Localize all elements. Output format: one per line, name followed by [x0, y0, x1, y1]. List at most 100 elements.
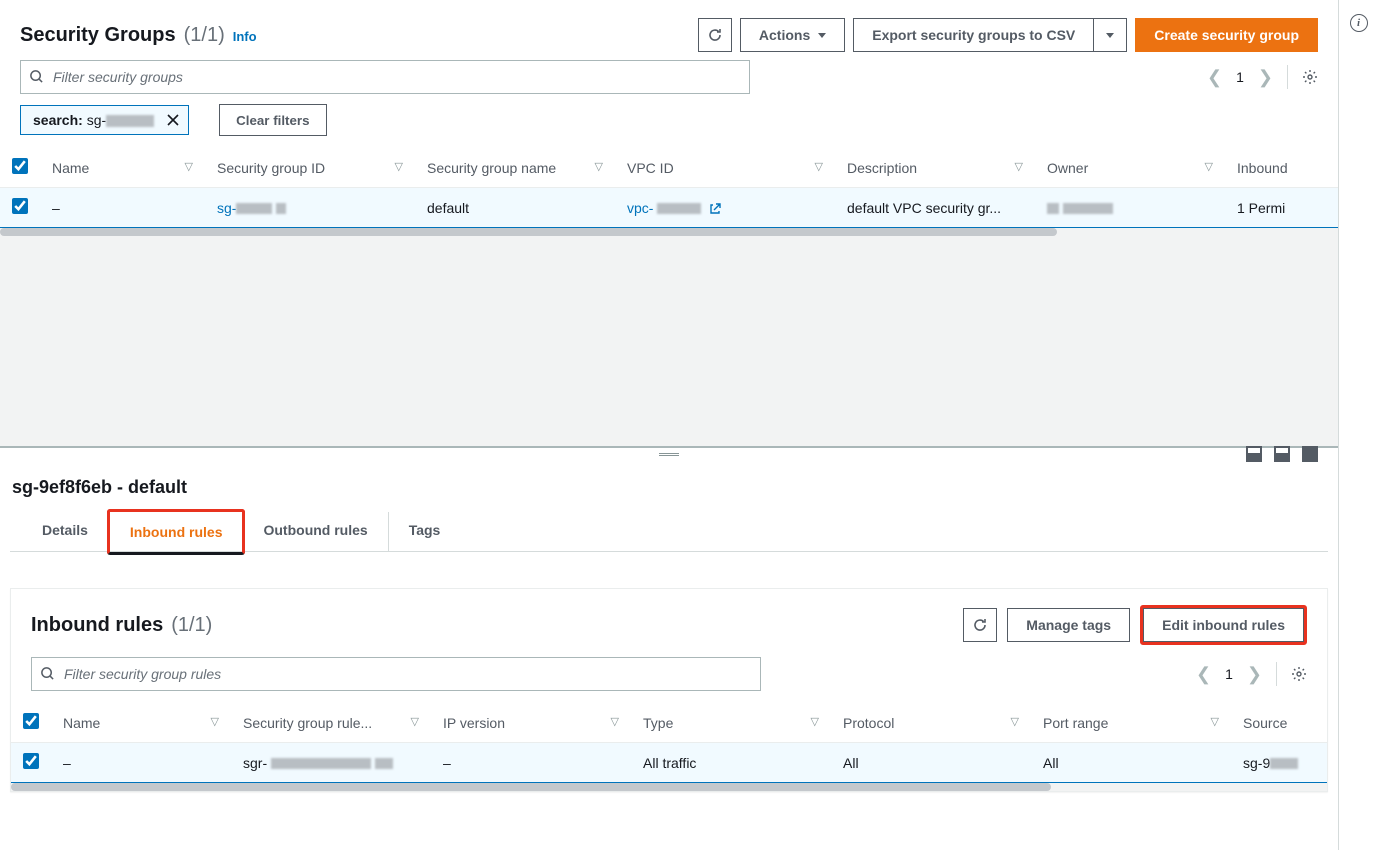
actions-button[interactable]: Actions: [740, 18, 845, 52]
divider: [1276, 662, 1277, 686]
page-title: Security Groups: [20, 24, 176, 47]
inbound-rules-card: Inbound rules (1/1) Manage tags Edit inb…: [10, 588, 1328, 792]
col-vpc-id: VPC ID: [627, 160, 674, 176]
refresh-icon: [972, 617, 988, 633]
sort-icon[interactable]: ▽: [815, 160, 823, 173]
col-sg-id: Security group ID: [217, 160, 325, 176]
sort-icon[interactable]: ▽: [211, 715, 219, 728]
tabs: Details Inbound rules Outbound rules Tag…: [10, 512, 1328, 552]
chip-value: sg-: [87, 112, 106, 128]
chip-prefix: search:: [33, 112, 83, 128]
sort-icon[interactable]: ▽: [611, 715, 619, 728]
refresh-icon: [707, 27, 723, 43]
cell-name: –: [40, 188, 205, 228]
info-link[interactable]: Info: [233, 29, 257, 44]
inbound-select-all[interactable]: [23, 713, 39, 729]
export-caret-button[interactable]: [1093, 18, 1127, 52]
export-split-button[interactable]: Export security groups to CSV: [853, 18, 1127, 52]
external-link-icon: [709, 203, 721, 215]
row-checkbox[interactable]: [23, 753, 39, 769]
search-icon: [29, 69, 44, 84]
sort-icon[interactable]: ▽: [1205, 160, 1213, 173]
info-icon[interactable]: i: [1350, 14, 1368, 32]
close-icon[interactable]: [166, 113, 180, 127]
col-rule-id: Security group rule...: [243, 715, 372, 731]
inbound-rules-table: Name ▽ Security group rule... ▽ IP version…: [11, 703, 1327, 791]
tab-outbound-rules[interactable]: Outbound rules: [243, 512, 388, 551]
col-sg-name: Security group name: [427, 160, 556, 176]
refresh-button[interactable]: [698, 18, 732, 52]
page-number: 1: [1236, 69, 1244, 85]
layout-bottom-icon[interactable]: [1246, 446, 1262, 462]
layout-split-icon[interactable]: [1274, 446, 1290, 462]
cell-type: All traffic: [631, 743, 831, 783]
col-owner: Owner: [1047, 160, 1088, 176]
caret-down-icon: [818, 33, 826, 38]
security-groups-table: Name ▽ Security group ID ▽ Security group …: [0, 148, 1338, 236]
actions-label: Actions: [759, 27, 810, 43]
tab-inbound-rules[interactable]: Inbound rules: [107, 509, 246, 555]
col-inbound: Inbound: [1237, 160, 1288, 176]
col-name: Name: [63, 715, 100, 731]
export-button[interactable]: Export security groups to CSV: [853, 18, 1093, 52]
cell-ip-version: –: [431, 743, 631, 783]
h-scrollbar[interactable]: [11, 783, 1327, 791]
col-ip-version: IP version: [443, 715, 505, 731]
create-security-group-button[interactable]: Create security group: [1135, 18, 1318, 52]
sort-icon[interactable]: ▽: [411, 715, 419, 728]
grip-icon: [659, 453, 679, 456]
row-checkbox[interactable]: [12, 198, 28, 214]
caret-down-icon: [1106, 33, 1114, 38]
clear-filters-button[interactable]: Clear filters: [219, 104, 326, 136]
sort-icon[interactable]: ▽: [1211, 715, 1219, 728]
h-scrollbar[interactable]: [0, 228, 1338, 236]
cell-sg-name: default: [415, 188, 615, 228]
search-icon: [40, 666, 55, 681]
sort-icon[interactable]: ▽: [1011, 715, 1019, 728]
next-page[interactable]: ❯: [1258, 67, 1273, 88]
gear-icon[interactable]: [1302, 69, 1318, 85]
col-name: Name: [52, 160, 89, 176]
cell-port-range: All: [1031, 743, 1231, 783]
sg-id-link[interactable]: sg-: [217, 200, 286, 216]
search-input[interactable]: [20, 60, 750, 94]
sort-icon[interactable]: ▽: [1015, 160, 1023, 173]
col-type: Type: [643, 715, 673, 731]
inbound-search-box[interactable]: [31, 657, 761, 691]
col-protocol: Protocol: [843, 715, 894, 731]
table-row[interactable]: – sgr- – All traffic All All sg-9: [11, 743, 1327, 783]
table-row[interactable]: – sg- default vpc- default VPC security …: [0, 188, 1338, 228]
inbound-next-page[interactable]: ❯: [1247, 664, 1262, 685]
sort-icon[interactable]: ▽: [185, 160, 193, 173]
cell-source: sg-9: [1231, 743, 1327, 783]
layout-full-icon[interactable]: [1302, 446, 1318, 462]
edit-inbound-rules-button[interactable]: Edit inbound rules: [1143, 608, 1304, 642]
search-box[interactable]: [20, 60, 750, 94]
inbound-prev-page[interactable]: ❮: [1196, 664, 1211, 685]
cell-name: –: [51, 743, 231, 783]
sort-icon[interactable]: ▽: [395, 160, 403, 173]
col-source: Source: [1243, 715, 1287, 731]
gear-icon[interactable]: [1291, 666, 1307, 682]
cell-rule-id: sgr-: [231, 743, 431, 783]
filter-chip[interactable]: search: sg-: [20, 105, 189, 135]
panel-splitter[interactable]: [0, 447, 1338, 461]
inbound-search-input[interactable]: [31, 657, 761, 691]
divider: [1287, 65, 1288, 89]
right-rail: i: [1338, 0, 1378, 850]
page-count: (1/1): [184, 24, 225, 47]
detail-title: sg-9ef8f6eb - default: [10, 477, 1328, 512]
prev-page[interactable]: ❮: [1207, 67, 1222, 88]
tab-tags[interactable]: Tags: [389, 512, 461, 551]
sort-icon[interactable]: ▽: [811, 715, 819, 728]
inbound-page-number: 1: [1225, 666, 1233, 682]
cell-protocol: All: [831, 743, 1031, 783]
sort-icon[interactable]: ▽: [595, 160, 603, 173]
tab-details[interactable]: Details: [22, 512, 109, 551]
manage-tags-button[interactable]: Manage tags: [1007, 608, 1130, 642]
refresh-inbound-button[interactable]: [963, 608, 997, 642]
cell-owner: [1035, 188, 1225, 228]
inbound-title: Inbound rules: [31, 614, 163, 637]
vpc-id-link[interactable]: vpc-: [627, 200, 701, 216]
select-all-checkbox[interactable]: [12, 158, 28, 174]
